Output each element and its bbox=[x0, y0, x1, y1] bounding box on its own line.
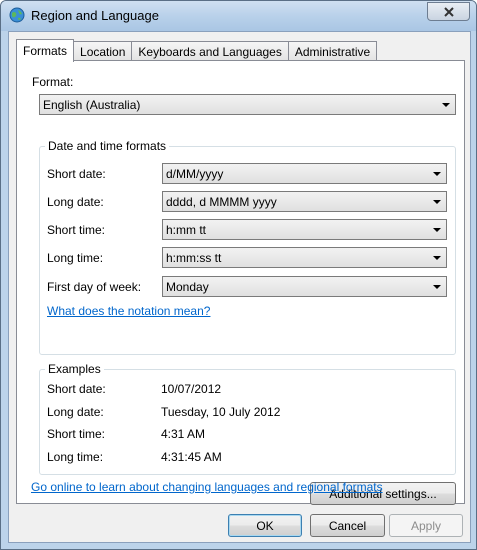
formats-panel: Format: English (Australia) Date and tim… bbox=[16, 60, 465, 505]
short-time-label: Short time: bbox=[47, 223, 106, 237]
example-short-date-label: Short date: bbox=[47, 382, 106, 396]
example-long-date-value: Tuesday, 10 July 2012 bbox=[161, 405, 281, 419]
window-title: Region and Language bbox=[31, 8, 159, 23]
chevron-down-icon bbox=[433, 200, 441, 204]
tab-administrative[interactable]: Administrative bbox=[287, 41, 378, 61]
apply-button[interactable]: Apply bbox=[389, 514, 463, 537]
datetime-group: Date and time formats Short date: d/MM/y… bbox=[39, 139, 456, 355]
tab-strip: Formats Location Keyboards and Languages… bbox=[16, 39, 378, 62]
example-short-date-value: 10/07/2012 bbox=[161, 382, 222, 396]
ok-button[interactable]: OK bbox=[228, 514, 302, 537]
format-label: Format: bbox=[32, 75, 74, 89]
format-value: English (Australia) bbox=[43, 98, 141, 112]
short-date-value: d/MM/yyyy bbox=[166, 167, 224, 181]
close-icon bbox=[443, 6, 454, 17]
region-language-window: Region and Language Formats Location Key… bbox=[0, 0, 477, 550]
tab-location[interactable]: Location bbox=[73, 41, 133, 61]
short-time-value: h:mm tt bbox=[166, 223, 207, 237]
long-date-select[interactable]: dddd, d MMMM yyyy bbox=[162, 191, 447, 212]
first-day-label: First day of week: bbox=[47, 280, 142, 294]
datetime-group-title: Date and time formats bbox=[45, 139, 170, 153]
long-time-label: Long time: bbox=[47, 251, 104, 265]
short-time-select[interactable]: h:mm tt bbox=[162, 219, 447, 240]
long-time-select[interactable]: h:mm:ss tt bbox=[162, 247, 447, 268]
long-date-value: dddd, d MMMM yyyy bbox=[166, 195, 277, 209]
notation-help-link[interactable]: What does the notation mean? bbox=[47, 304, 210, 318]
chevron-down-icon bbox=[433, 228, 441, 232]
chevron-down-icon bbox=[433, 285, 441, 289]
dialog-body: Formats Location Keyboards and Languages… bbox=[8, 31, 471, 543]
examples-group-title: Examples bbox=[45, 362, 104, 376]
close-button[interactable] bbox=[427, 2, 470, 21]
globe-icon bbox=[9, 7, 25, 23]
first-day-value: Monday bbox=[166, 280, 209, 294]
long-time-value: h:mm:ss tt bbox=[166, 251, 222, 265]
examples-group: Examples Short date: 10/07/2012 Long dat… bbox=[39, 362, 456, 475]
title-bar[interactable]: Region and Language bbox=[1, 1, 476, 31]
example-long-time-value: 4:31:45 AM bbox=[161, 450, 222, 464]
chevron-down-icon bbox=[442, 103, 450, 107]
tab-formats[interactable]: Formats bbox=[16, 39, 75, 62]
cancel-button[interactable]: Cancel bbox=[310, 514, 385, 537]
first-day-select[interactable]: Monday bbox=[162, 276, 447, 297]
online-help-link[interactable]: Go online to learn about changing langua… bbox=[31, 480, 383, 494]
chevron-down-icon bbox=[433, 172, 441, 176]
example-short-time-label: Short time: bbox=[47, 427, 106, 441]
format-select[interactable]: English (Australia) bbox=[39, 94, 456, 115]
example-long-date-label: Long date: bbox=[47, 405, 104, 419]
long-date-label: Long date: bbox=[47, 195, 104, 209]
short-date-label: Short date: bbox=[47, 167, 106, 181]
chevron-down-icon bbox=[433, 256, 441, 260]
short-date-select[interactable]: d/MM/yyyy bbox=[162, 163, 447, 184]
example-long-time-label: Long time: bbox=[47, 450, 104, 464]
example-short-time-value: 4:31 AM bbox=[161, 427, 206, 441]
tab-keyboards-languages[interactable]: Keyboards and Languages bbox=[131, 41, 289, 61]
